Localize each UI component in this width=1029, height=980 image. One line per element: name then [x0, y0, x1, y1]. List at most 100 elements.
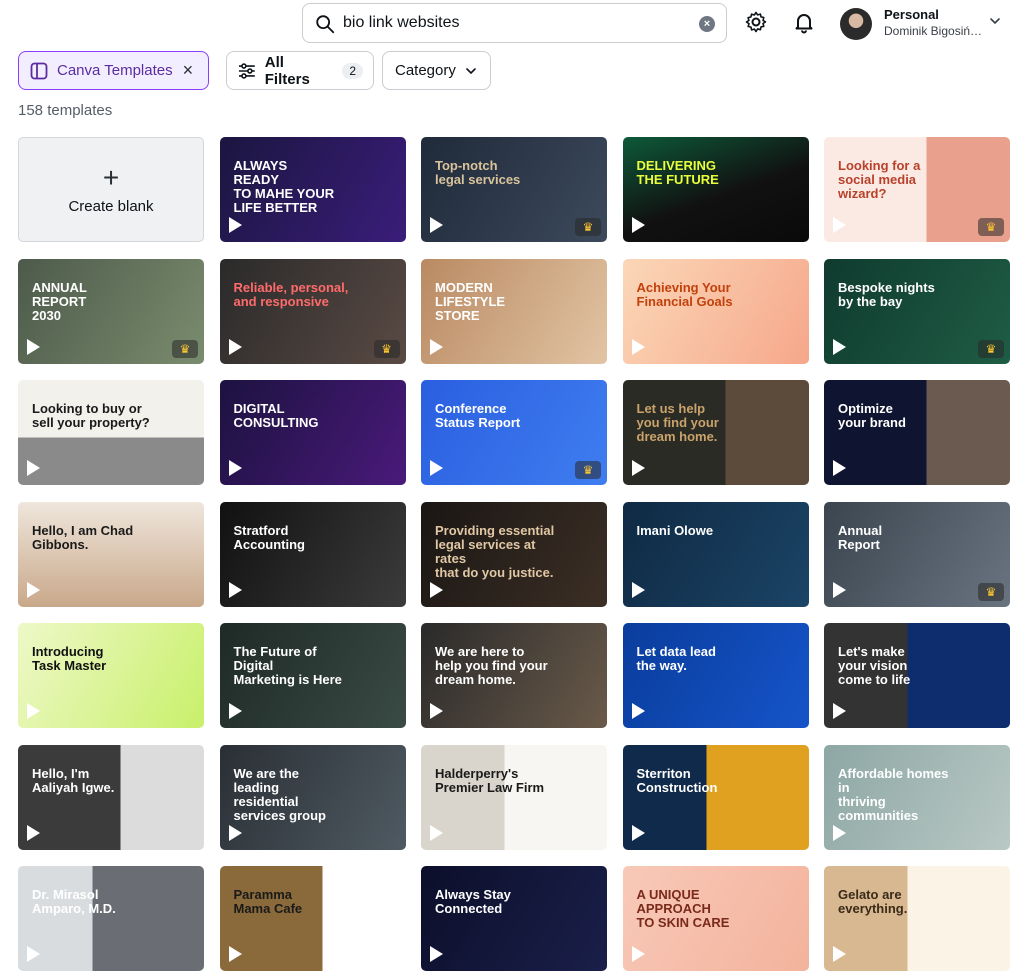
template-card[interactable]: We are here to help you find your dream … — [421, 623, 607, 728]
template-card-title: Achieving Your Financial Goals — [636, 279, 733, 309]
play-icon[interactable] — [228, 581, 242, 598]
template-card[interactable]: Hello, I'm Aaliyah Igwe. — [18, 744, 204, 850]
play-icon[interactable] — [631, 946, 645, 962]
play-icon[interactable] — [27, 946, 40, 962]
gear-icon[interactable] — [744, 10, 768, 34]
account-title: Personal — [884, 7, 939, 22]
play-icon[interactable] — [631, 581, 645, 598]
template-card[interactable]: Let data lead the way. — [622, 623, 809, 728]
template-card[interactable]: Sterriton Construction — [622, 744, 809, 850]
all-filters-label: All Filters — [264, 53, 310, 88]
template-card[interactable]: Conference Status Report ♛ — [421, 380, 607, 485]
template-card-title: Top-notch legal services — [435, 158, 521, 187]
play-icon[interactable] — [833, 946, 846, 962]
play-icon[interactable] — [430, 946, 443, 962]
play-icon[interactable] — [631, 703, 645, 719]
canva-templates-chip[interactable]: Canva Templates × — [18, 51, 209, 90]
template-card[interactable]: Looking for a social media wizard? ♛ — [824, 137, 1010, 242]
play-icon[interactable] — [631, 460, 645, 476]
play-icon[interactable] — [430, 217, 443, 233]
template-card[interactable]: Optimize your brand — [824, 380, 1010, 485]
template-card[interactable]: Reliable, personal, and responsive ♛ — [219, 258, 406, 364]
template-card[interactable]: We are the leading residential services … — [219, 744, 406, 850]
play-icon[interactable] — [833, 338, 846, 355]
play-icon[interactable] — [430, 824, 443, 841]
crown-icon: ♛ — [172, 339, 198, 358]
template-icon — [30, 62, 48, 79]
template-card[interactable]: Halderperry's Premier Law Firm — [421, 744, 607, 850]
play-icon[interactable] — [631, 217, 645, 233]
avatar[interactable] — [840, 8, 872, 40]
play-icon[interactable] — [228, 946, 242, 962]
play-icon[interactable] — [833, 460, 846, 476]
template-card[interactable]: DELIVERING THE FUTURE — [622, 137, 809, 242]
template-card[interactable]: ANNUAL REPORT 2030 ♛ — [18, 258, 204, 364]
play-icon[interactable] — [430, 460, 443, 476]
template-card[interactable]: Achieving Your Financial Goals — [622, 258, 809, 364]
template-card[interactable]: Hello, I am Chad Gibbons. — [18, 501, 204, 607]
template-card-title: Hello, I am Chad Gibbons. — [32, 522, 134, 552]
template-card[interactable]: Let's make your vision come to life — [824, 623, 1010, 728]
play-icon[interactable] — [631, 338, 645, 355]
clear-search-icon[interactable]: × — [699, 16, 715, 32]
play-icon[interactable] — [228, 703, 242, 719]
template-card[interactable]: Providing essential legal services at ra… — [421, 501, 607, 607]
play-icon[interactable] — [228, 338, 242, 355]
template-card[interactable]: A UNIQUE APPROACH TO SKIN CARE — [622, 866, 809, 971]
template-card-title: Introducing Task Master — [32, 644, 107, 673]
play-icon[interactable] — [430, 581, 443, 598]
template-card-title: Imani Olowe — [636, 522, 714, 538]
template-card[interactable]: Dr. Mirasol Amparo, M.D. — [18, 866, 204, 971]
play-icon[interactable] — [27, 460, 40, 476]
template-card[interactable]: DIGITAL CONSULTING — [219, 380, 406, 485]
play-icon[interactable] — [228, 824, 242, 841]
play-icon[interactable] — [631, 824, 645, 841]
play-icon[interactable] — [27, 703, 40, 719]
all-filters-button[interactable]: All Filters 2 — [226, 51, 374, 90]
template-card[interactable]: The Future of Digital Marketing is Here — [219, 623, 406, 728]
template-card[interactable]: Annual Report ♛ — [824, 501, 1010, 607]
play-icon[interactable] — [228, 217, 242, 233]
plus-icon: + — [102, 162, 120, 193]
play-icon[interactable] — [833, 581, 846, 598]
template-card-title: DIGITAL CONSULTING — [233, 401, 319, 430]
play-icon[interactable] — [833, 703, 846, 719]
search-icon — [316, 15, 335, 34]
template-card[interactable]: Looking to buy or sell your property? — [18, 380, 204, 485]
crown-icon: ♛ — [978, 582, 1004, 601]
template-card-title: Affordable homes in thriving communities — [838, 765, 949, 823]
chevron-down-icon[interactable] — [988, 14, 1002, 28]
template-card-title: We are here to help you find your dream … — [435, 644, 548, 687]
play-icon[interactable] — [833, 217, 846, 233]
template-card[interactable]: Imani Olowe — [622, 501, 809, 607]
bell-icon[interactable] — [792, 10, 816, 34]
template-card[interactable]: Affordable homes in thriving communities — [824, 744, 1010, 850]
template-card[interactable]: Paramma Mama Cafe — [219, 866, 406, 971]
template-card-title: Let data lead the way. — [636, 644, 716, 673]
template-card-title: Dr. Mirasol Amparo, M.D. — [32, 887, 116, 916]
close-icon[interactable]: × — [183, 60, 194, 81]
play-icon[interactable] — [27, 824, 40, 841]
play-icon[interactable] — [228, 460, 242, 476]
play-icon[interactable] — [430, 703, 443, 719]
template-card[interactable]: Gelato are everything. — [824, 866, 1010, 971]
play-icon[interactable] — [27, 581, 40, 598]
play-icon[interactable] — [833, 824, 846, 841]
search-bar[interactable]: bio link websites × — [302, 3, 727, 43]
template-card-title: Annual Report — [838, 522, 883, 552]
template-card[interactable]: Top-notch legal services ♛ — [421, 137, 607, 242]
crown-icon: ♛ — [978, 218, 1004, 236]
play-icon[interactable] — [430, 338, 443, 355]
template-card[interactable]: Bespoke nights by the bay ♛ — [824, 258, 1010, 364]
template-card[interactable]: Introducing Task Master — [18, 623, 204, 728]
template-card[interactable]: Always Stay Connected — [421, 866, 607, 971]
template-card[interactable]: Stratford Accounting — [219, 501, 406, 607]
search-input[interactable]: bio link websites — [343, 14, 460, 32]
template-card[interactable]: Let us help you find your dream home. — [622, 380, 809, 485]
play-icon[interactable] — [27, 338, 40, 355]
template-card[interactable]: MODERN LIFESTYLE STORE — [421, 258, 607, 364]
template-card[interactable]: ALWAYS READY TO MAHE YOUR LIFE BETTER — [219, 137, 406, 242]
category-dropdown[interactable]: Category — [382, 51, 491, 90]
create-blank-card[interactable]: + Create blank — [18, 137, 204, 242]
result-count: 158 templates — [18, 102, 113, 119]
